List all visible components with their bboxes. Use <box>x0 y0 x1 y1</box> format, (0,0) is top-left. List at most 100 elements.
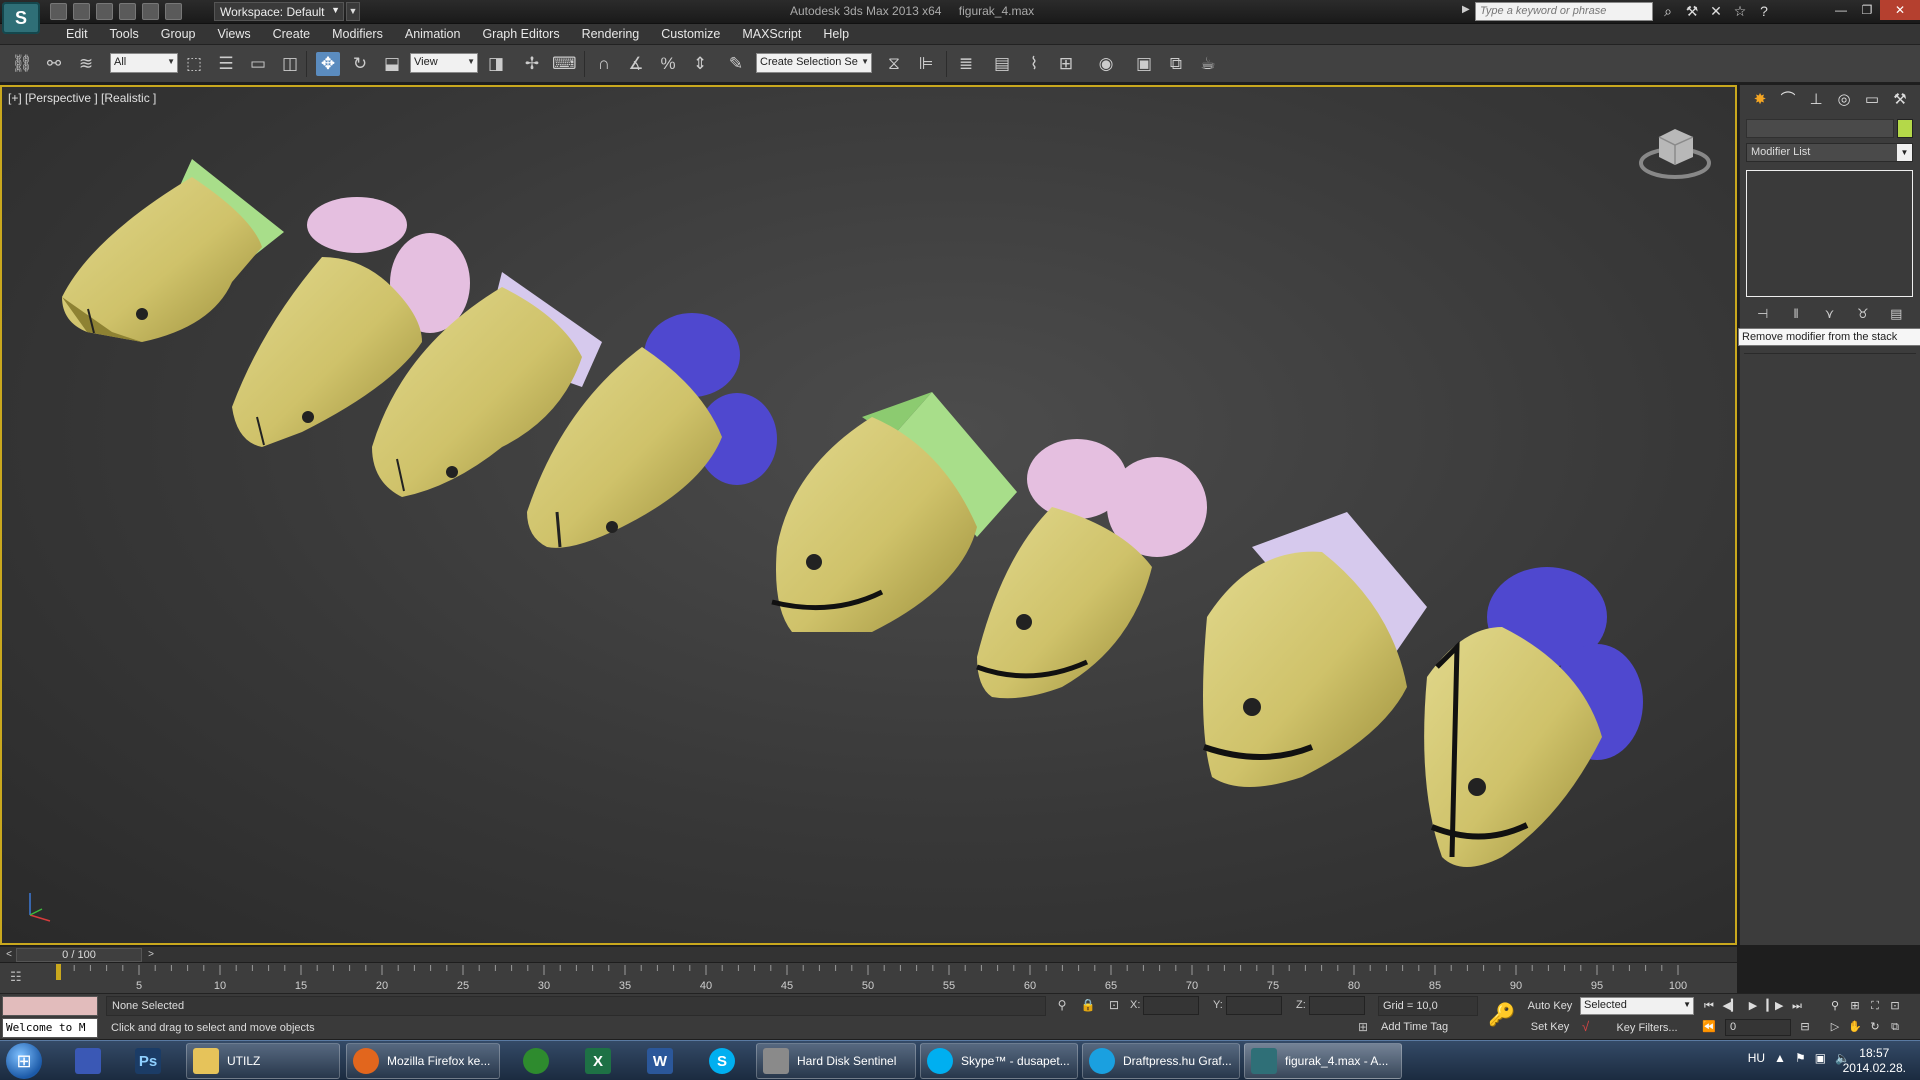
menu-maxscript[interactable]: MAXScript <box>731 27 812 41</box>
current-frame-field[interactable]: 0 <box>1725 1019 1791 1036</box>
app-menu-button[interactable]: S <box>2 2 40 34</box>
time-slider-thumb[interactable]: 0 / 100 <box>16 948 142 962</box>
render-setup-icon[interactable]: ▣ <box>1132 52 1156 76</box>
restore-icon[interactable]: ❐ <box>1854 0 1880 20</box>
angle-snap-icon[interactable]: ∡ <box>624 52 648 76</box>
utilities-tab-icon[interactable]: ⚒ <box>1888 89 1912 111</box>
select-and-scale-icon[interactable]: ⬓ <box>380 52 404 76</box>
perspective-viewport[interactable]: [+] [Perspective ] [Realistic ] <box>0 85 1737 945</box>
start-button[interactable]: ⊞ <box>6 1043 42 1079</box>
current-frame-marker[interactable] <box>56 964 61 980</box>
select-and-manipulate-icon[interactable]: ✢ <box>520 52 544 76</box>
menu-rendering[interactable]: Rendering <box>571 27 651 41</box>
mirror-icon[interactable]: ⧖ <box>882 52 906 76</box>
go-to-end-icon[interactable]: ⏭ <box>1788 998 1806 1014</box>
communication-icon[interactable]: ✕ <box>1708 3 1724 19</box>
modifier-stack[interactable] <box>1746 170 1913 297</box>
maxscript-mini-listener-output[interactable] <box>2 996 98 1016</box>
figure-lavender-large[interactable] <box>1203 512 1427 787</box>
rectangular-selection-icon[interactable]: ▭ <box>246 52 270 76</box>
time-slider[interactable]: < 0 / 100 > <box>0 946 1737 962</box>
subscription-icon[interactable]: ⚒ <box>1684 3 1700 19</box>
zoom-extents-icon[interactable]: ⛶ <box>1866 998 1884 1014</box>
object-name-input[interactable] <box>1746 119 1894 138</box>
help-icon[interactable]: ? <box>1756 3 1772 19</box>
network-icon[interactable]: ▣ <box>1815 1051 1826 1065</box>
figure-blue-large[interactable] <box>1424 567 1643 867</box>
binoculars-icon[interactable]: ⌕ <box>1660 3 1676 19</box>
frame-ruler[interactable]: 5 10 15 20 25 30 35 40 45 50 55 60 65 70 75 80 85 90 95 100 <box>56 963 1696 993</box>
figure-green-large[interactable] <box>771 392 1017 632</box>
figure-pink-large[interactable] <box>976 439 1207 699</box>
maxscript-mini-listener-input[interactable]: Welcome to M <box>2 1018 98 1038</box>
time-tag-icon[interactable]: ⊞ <box>1355 1020 1371 1036</box>
taskbar-item-skype-pinned[interactable]: S <box>700 1043 744 1079</box>
menu-create[interactable]: Create <box>262 27 322 41</box>
create-tab-icon[interactable]: ✸ <box>1748 89 1772 111</box>
link-icon[interactable]: ⛓ <box>10 52 34 76</box>
keyboard-shortcut-override-icon[interactable]: ⌨ <box>552 52 577 76</box>
set-key-button[interactable]: Set Key <box>1522 1018 1578 1038</box>
close-icon[interactable]: ✕ <box>1880 0 1920 20</box>
key-mode-toggle-icon[interactable]: ⏪ <box>1700 1019 1718 1035</box>
play-icon[interactable]: ▶ <box>1744 998 1762 1014</box>
menu-views[interactable]: Views <box>206 27 261 41</box>
z-coord-field[interactable] <box>1309 996 1365 1015</box>
show-end-result-icon[interactable]: ‖ <box>1787 305 1805 323</box>
taskbar-item-3dsmax[interactable]: figurak_4.max - A... <box>1244 1043 1402 1079</box>
modify-tab-icon[interactable]: ⌒ <box>1776 89 1800 111</box>
menu-graph-editors[interactable]: Graph Editors <box>471 27 570 41</box>
bind-space-warp-icon[interactable]: ≋ <box>74 52 98 76</box>
named-selection-set-dropdown[interactable]: Create Selection Se ▼ <box>756 53 872 73</box>
select-object-icon[interactable]: ⬚ <box>182 52 206 76</box>
schematic-view-icon[interactable]: ⊞ <box>1054 52 1078 76</box>
percent-snap-icon[interactable]: % <box>656 52 680 76</box>
caret-right-icon[interactable]: ▶ <box>1462 4 1470 15</box>
save-file-icon[interactable] <box>96 3 113 20</box>
taskbar-item-utorrent[interactable] <box>514 1043 558 1079</box>
key-tangent-icon[interactable]: √ <box>1582 1019 1589 1034</box>
graphite-ribbon-icon[interactable]: ▤ <box>990 52 1014 76</box>
key-icon[interactable]: 🔑 <box>1488 1002 1515 1028</box>
new-file-icon[interactable] <box>50 3 67 20</box>
taskbar-item-utilz[interactable]: UTILZ <box>186 1043 340 1079</box>
infocenter-search-input[interactable]: Type a keyword or phrase <box>1475 2 1653 21</box>
redo-icon[interactable] <box>142 3 159 20</box>
pan-view-icon[interactable]: ✋ <box>1846 1019 1864 1035</box>
menu-group[interactable]: Group <box>150 27 207 41</box>
configure-modifier-sets-icon[interactable]: ▤ <box>1887 305 1905 323</box>
zoom-extents-all-icon[interactable]: ⊡ <box>1886 998 1904 1014</box>
next-frame-icon[interactable]: ▎▶ <box>1766 998 1784 1014</box>
material-editor-icon[interactable]: ◉ <box>1094 52 1118 76</box>
figure-green-small[interactable] <box>62 159 284 342</box>
hierarchy-tab-icon[interactable]: ⊥ <box>1804 89 1828 111</box>
unlink-icon[interactable]: ⚯ <box>42 52 66 76</box>
mini-curve-editor-icon[interactable]: ☷ <box>10 969 30 987</box>
isolate-selection-icon[interactable]: ⚲ <box>1054 998 1070 1014</box>
align-icon[interactable]: ⊫ <box>914 52 938 76</box>
taskbar-item-floppy[interactable] <box>66 1043 110 1079</box>
project-folder-icon[interactable] <box>165 3 182 20</box>
select-by-name-icon[interactable]: ☰ <box>214 52 238 76</box>
qat-customize-button[interactable]: ▼ <box>346 2 360 21</box>
edit-named-selection-icon[interactable]: ✎ <box>724 52 748 76</box>
y-coord-field[interactable] <box>1226 996 1282 1015</box>
absolute-mode-icon[interactable]: ⊡ <box>1106 998 1122 1014</box>
curve-editor-icon[interactable]: ⌇ <box>1022 52 1046 76</box>
undo-icon[interactable] <box>119 3 136 20</box>
snaps-toggle-icon[interactable]: ∩ <box>592 52 616 76</box>
menu-edit[interactable]: Edit <box>55 27 99 41</box>
clock[interactable]: 18:57 2014.02.28. <box>1843 1046 1906 1076</box>
make-unique-icon[interactable]: ⋎ <box>1820 305 1838 323</box>
taskbar-item-skype[interactable]: Skype™ - dusapet... <box>920 1043 1078 1079</box>
favorites-star-icon[interactable]: ☆ <box>1732 3 1748 19</box>
spinner-snap-icon[interactable]: ⇕ <box>688 52 712 76</box>
x-coord-field[interactable] <box>1143 996 1199 1015</box>
zoom-icon[interactable]: ⚲ <box>1826 998 1844 1014</box>
display-tab-icon[interactable]: ▭ <box>1860 89 1884 111</box>
select-and-rotate-icon[interactable]: ↻ <box>348 52 372 76</box>
menu-animation[interactable]: Animation <box>394 27 472 41</box>
taskbar-item-firefox[interactable]: Mozilla Firefox ke... <box>346 1043 500 1079</box>
render-production-icon[interactable]: ☕ <box>1196 52 1220 76</box>
viewport-label[interactable]: [+] [Perspective ] [Realistic ] <box>8 91 156 105</box>
